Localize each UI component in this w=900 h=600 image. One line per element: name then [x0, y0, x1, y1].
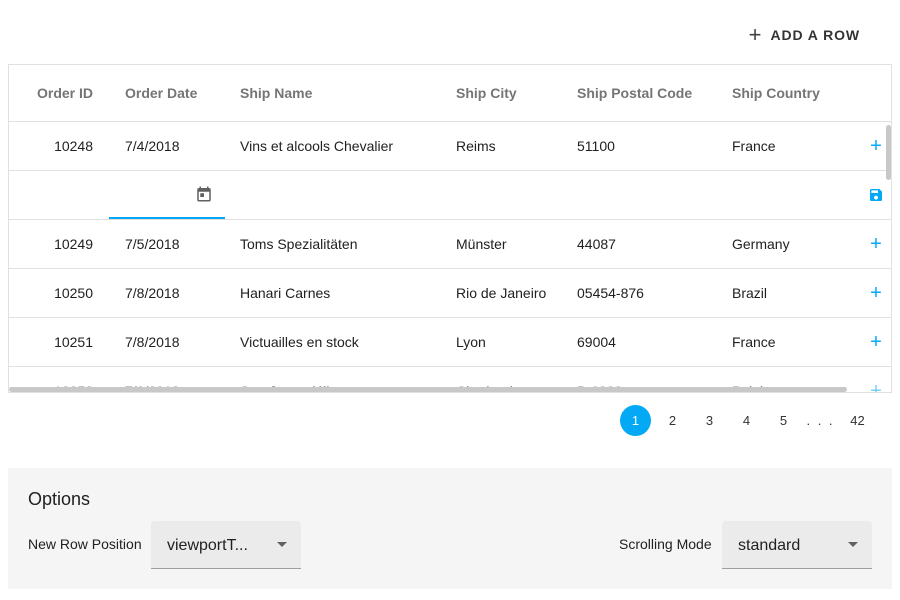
- cell-ship-city: Münster: [456, 236, 507, 252]
- column-header-ship-country[interactable]: Ship Country: [732, 65, 852, 121]
- page-button-1[interactable]: 1: [620, 404, 651, 436]
- table-row[interactable]: 10250 7/8/2018 Hanari Carnes Rio de Jane…: [9, 269, 891, 318]
- vertical-scrollbar-thumb[interactable]: [886, 125, 891, 180]
- cell-ship-country: Germany: [732, 236, 790, 252]
- table-row[interactable]: 10248 7/4/2018 Vins et alcools Chevalier…: [9, 122, 891, 171]
- new-row-editor: [9, 171, 891, 220]
- column-header-ship-name[interactable]: Ship Name: [240, 65, 440, 121]
- vertical-scrollbar[interactable]: [886, 123, 891, 392]
- new-row-position-select[interactable]: viewportT...: [151, 521, 301, 569]
- page-ellipsis: . . .: [806, 412, 835, 428]
- new-row-position-value: viewportT...: [167, 537, 248, 554]
- page-button-2[interactable]: 2: [654, 404, 691, 436]
- options-panel: Options New Row Position viewportT... Sc…: [8, 468, 892, 589]
- cell-ship-country: Brazil: [732, 285, 768, 301]
- table-row[interactable]: 10249 7/5/2018 Toms Spezialitäten Münste…: [9, 220, 891, 269]
- cell-order-date: 7/8/2018: [125, 285, 180, 301]
- grid-header: Order ID Order Date Ship Name Ship City …: [9, 65, 891, 122]
- cell-order-id: 10248: [54, 138, 93, 154]
- scrolling-mode-value: standard: [738, 537, 801, 554]
- horizontal-scrollbar[interactable]: [9, 387, 847, 392]
- cell-ship-postal-code: 51100: [577, 138, 615, 154]
- cell-ship-name: Victuailles en stock: [240, 334, 359, 350]
- chevron-down-icon: [848, 542, 858, 547]
- order-date-editor-input[interactable]: [109, 171, 225, 219]
- cell-order-date: 7/8/2018: [125, 334, 180, 350]
- cell-ship-city: Reims: [456, 138, 496, 154]
- add-row-label: ADD A ROW: [770, 27, 860, 43]
- table-row[interactable]: 10251 7/8/2018 Victuailles en stock Lyon…: [9, 318, 891, 367]
- column-header-ship-postal-code[interactable]: Ship Postal Code: [577, 65, 717, 121]
- calendar-icon[interactable]: [195, 185, 213, 203]
- page-button-4[interactable]: 4: [728, 404, 765, 436]
- scrolling-mode-label: Scrolling Mode: [619, 536, 712, 552]
- cell-ship-postal-code: 44087: [577, 236, 616, 252]
- add-row-button[interactable]: + ADD A ROW: [737, 20, 872, 50]
- add-row-plus-icon[interactable]: +: [864, 269, 888, 317]
- cell-ship-name: Vins et alcools Chevalier: [240, 138, 394, 154]
- cell-order-date: 7/4/2018: [125, 138, 180, 154]
- cell-ship-country: France: [732, 334, 776, 350]
- cell-ship-city: Rio de Janeiro: [456, 285, 547, 301]
- toolbar: + ADD A ROW: [8, 0, 892, 64]
- column-header-ship-city[interactable]: Ship City: [456, 65, 566, 121]
- cell-order-date: 7/5/2018: [125, 236, 180, 252]
- cell-order-id: 10250: [54, 285, 93, 301]
- cell-ship-name: Toms Spezialitäten: [240, 236, 358, 252]
- column-header-order-id[interactable]: Order ID: [9, 65, 93, 121]
- cell-ship-postal-code: 69004: [577, 334, 616, 350]
- cell-ship-country: France: [732, 138, 776, 154]
- chevron-down-icon: [277, 542, 287, 547]
- scrolling-mode-select[interactable]: standard: [722, 521, 872, 569]
- page-button-42[interactable]: 42: [839, 404, 876, 436]
- page-button-3[interactable]: 3: [691, 404, 728, 436]
- cell-order-id: 10251: [54, 334, 93, 350]
- column-header-order-date[interactable]: Order Date: [125, 65, 225, 121]
- add-row-plus-icon[interactable]: +: [864, 318, 888, 366]
- add-row-plus-icon[interactable]: +: [864, 367, 888, 393]
- cell-ship-city: Lyon: [456, 334, 486, 350]
- cell-ship-postal-code: 05454-876: [577, 285, 644, 301]
- new-row-position-label: New Row Position: [28, 536, 142, 552]
- add-row-plus-icon[interactable]: +: [864, 220, 888, 268]
- cell-order-id: 10249: [54, 236, 93, 252]
- cell-ship-name: Hanari Carnes: [240, 285, 331, 301]
- add-row-plus-icon[interactable]: +: [864, 122, 888, 170]
- page-button-5[interactable]: 5: [765, 404, 802, 436]
- pagination: 1 2 3 4 5 . . . 42: [618, 404, 876, 436]
- plus-icon: +: [748, 22, 762, 47]
- data-grid: Order ID Order Date Ship Name Ship City …: [8, 64, 892, 393]
- save-icon[interactable]: [868, 187, 884, 203]
- options-title: Options: [28, 489, 91, 509]
